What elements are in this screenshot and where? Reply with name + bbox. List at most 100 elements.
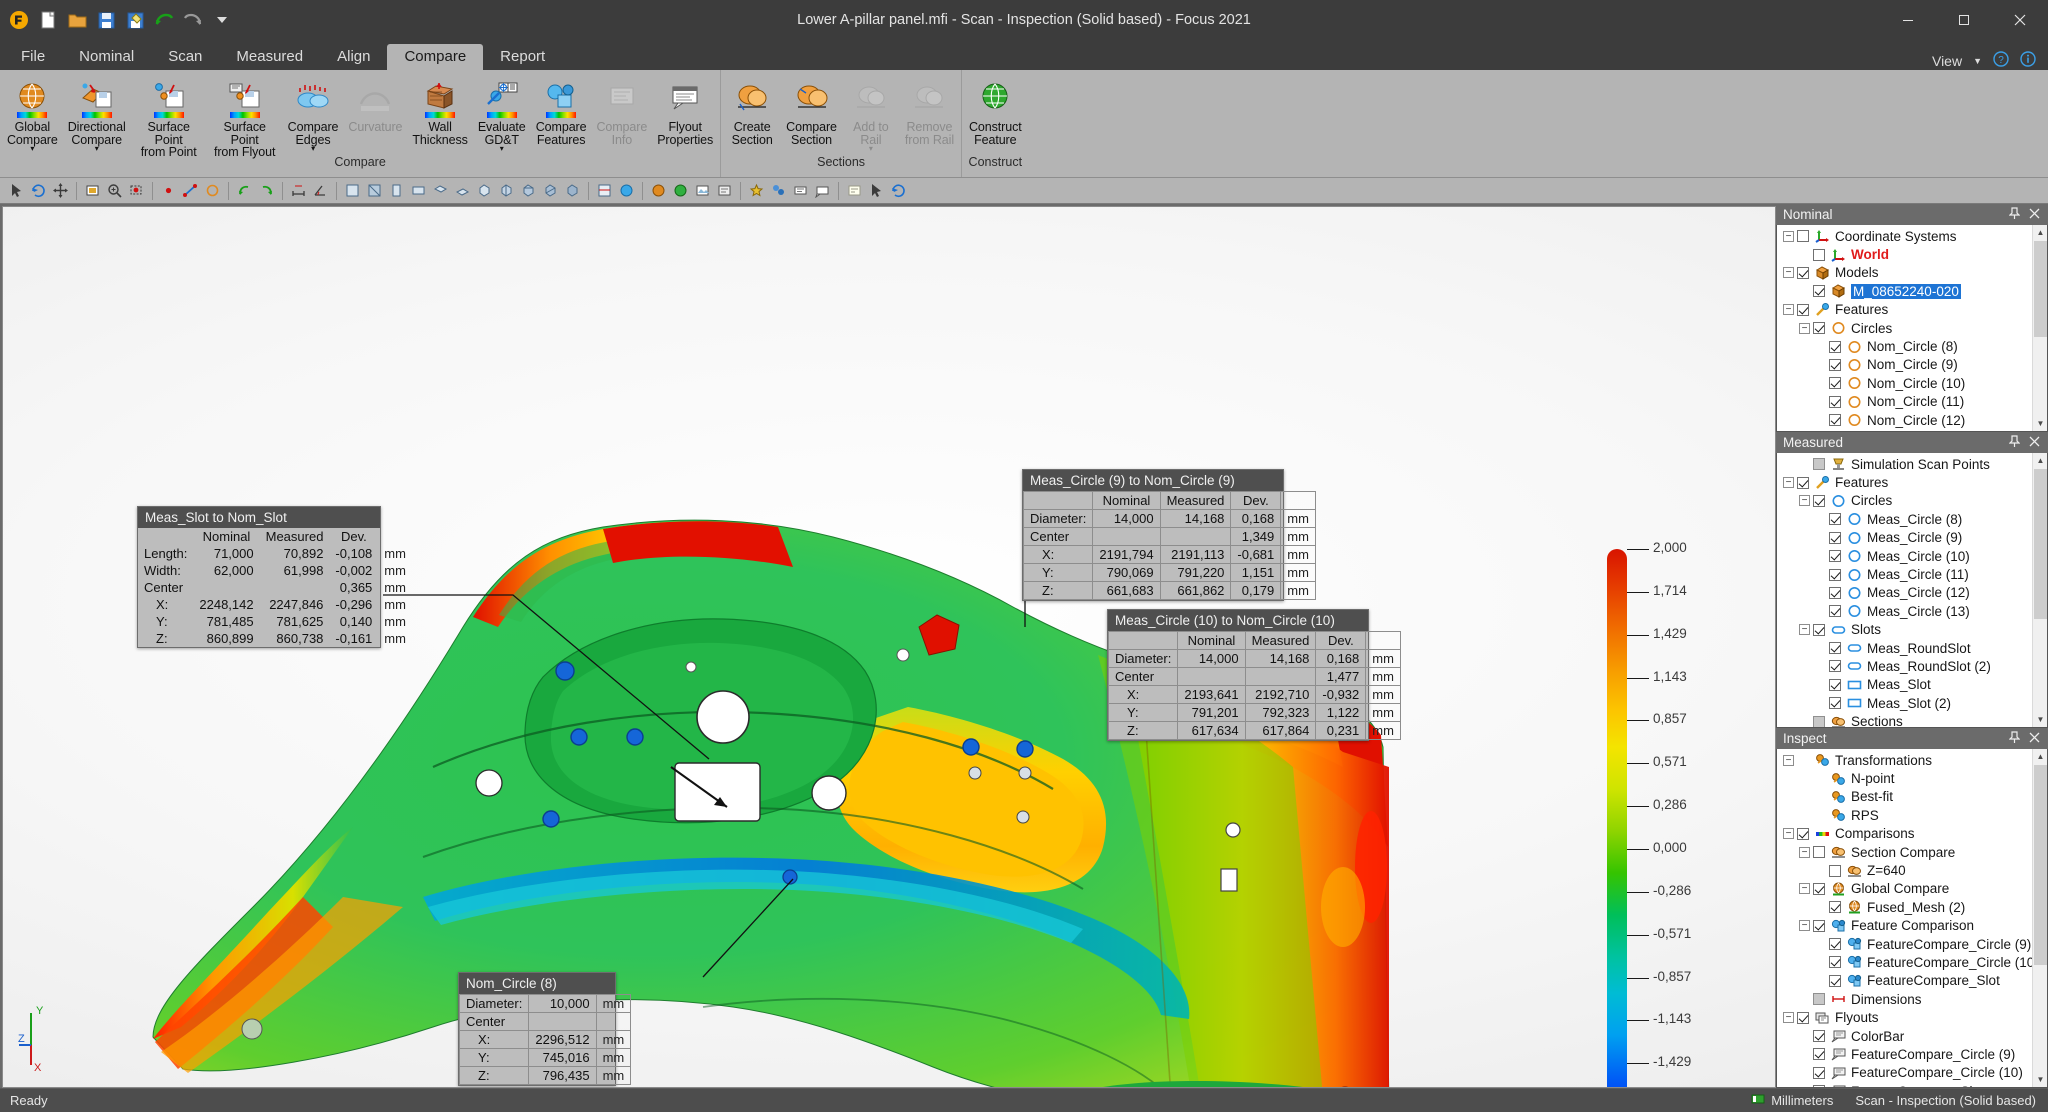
render-shaded-icon[interactable] xyxy=(648,180,669,201)
label-icon[interactable] xyxy=(866,180,887,201)
zoom-window-icon[interactable] xyxy=(126,180,147,201)
ribbon-button-surface-point-from-flyout[interactable]: Surface Point from Flyout xyxy=(207,75,283,159)
clip-plane-icon[interactable] xyxy=(594,180,615,201)
tree-item[interactable]: Meas_Circle (13) xyxy=(1777,602,2047,620)
ribbon-button-create-section[interactable]: Create Section xyxy=(723,75,781,146)
select-arrow-icon[interactable] xyxy=(6,180,27,201)
scroll-down-icon[interactable]: ▼ xyxy=(2033,1072,2047,1087)
tree-checkbox[interactable] xyxy=(1813,494,1825,507)
tree-checkbox[interactable] xyxy=(1829,340,1841,353)
tree-item[interactable]: Meas_Circle (12) xyxy=(1777,584,2047,602)
render-mesh-icon[interactable] xyxy=(714,180,735,201)
ribbon-button-wall-thickness[interactable]: Wall Thickness xyxy=(407,75,472,146)
chevron-down-icon[interactable]: ▾ xyxy=(478,145,526,153)
view-custom-icon[interactable] xyxy=(562,180,583,201)
tree-item[interactable]: Z=640 xyxy=(1777,861,2047,879)
tree-item[interactable]: World xyxy=(1777,245,2047,263)
point-pick-icon[interactable] xyxy=(158,180,179,201)
focus-logo-icon[interactable] xyxy=(8,9,30,31)
tree-measured[interactable]: Simulation Scan Points − Features − Circles M… xyxy=(1777,453,2047,727)
pan-icon[interactable] xyxy=(50,180,71,201)
tree-item[interactable]: Nom_Circle (8) xyxy=(1777,337,2047,355)
tree-checkbox[interactable] xyxy=(1813,285,1825,298)
tree-item[interactable]: FeatureCompare_Circle (10) xyxy=(1777,1064,2047,1082)
pin-icon[interactable] xyxy=(2008,434,2021,451)
open-folder-icon[interactable] xyxy=(66,9,88,31)
close-icon[interactable] xyxy=(2029,731,2040,746)
expander-minus-icon[interactable]: − xyxy=(1783,828,1794,840)
tree-checkbox[interactable] xyxy=(1813,458,1825,471)
tree-checkbox[interactable] xyxy=(1829,660,1841,673)
view-left-icon[interactable] xyxy=(386,180,407,201)
tree-checkbox[interactable] xyxy=(1813,322,1825,335)
tree-checkbox[interactable] xyxy=(1829,395,1841,408)
tab-align[interactable]: Align xyxy=(320,44,387,70)
tab-measured[interactable]: Measured xyxy=(219,44,320,70)
save-as-icon[interactable] xyxy=(124,9,146,31)
tree-checkbox[interactable] xyxy=(1797,1011,1809,1024)
expander-minus-icon[interactable]: − xyxy=(1783,1012,1794,1024)
tree-checkbox[interactable] xyxy=(1797,303,1809,316)
tree-checkbox[interactable] xyxy=(1797,230,1809,243)
line-pick-icon[interactable] xyxy=(180,180,201,201)
ribbon-button-compare-section[interactable]: Compare Section xyxy=(781,75,842,146)
tree-checkbox[interactable] xyxy=(1829,513,1841,526)
tree-nominal[interactable]: − Coordinate Systems World − Models M_0865224… xyxy=(1777,225,2047,429)
measure-angle-icon[interactable] xyxy=(310,180,331,201)
tree-checkbox[interactable] xyxy=(1829,568,1841,581)
redo-view-icon[interactable] xyxy=(256,180,277,201)
color-icon[interactable] xyxy=(812,180,833,201)
new-icon[interactable] xyxy=(37,9,59,31)
tree-item[interactable]: − Feature Comparison xyxy=(1777,917,2047,935)
view-iso-icon[interactable] xyxy=(474,180,495,201)
tree-checkbox[interactable] xyxy=(1829,864,1841,877)
expander-minus-icon[interactable]: − xyxy=(1799,322,1810,334)
tree-inspect[interactable]: − Transformations N-point Best-fit RPS − Compa… xyxy=(1777,749,2047,1087)
tree-item[interactable]: − Circles xyxy=(1777,319,2047,337)
chevron-down-icon[interactable]: ▾ xyxy=(853,145,889,153)
flyout-meas-circle-10[interactable]: Meas_Circle (10) to Nom_Circle (10) Nomi… xyxy=(1107,609,1401,741)
tree-item[interactable]: Dimensions xyxy=(1777,990,2047,1008)
tree-checkbox[interactable] xyxy=(1829,938,1841,951)
chevron-down-icon[interactable]: ▼ xyxy=(1973,56,1982,66)
tree-checkbox[interactable] xyxy=(1829,550,1841,563)
minimize-button[interactable] xyxy=(1880,0,1936,40)
tree-item[interactable]: Nom_Circle (10) xyxy=(1777,374,2047,392)
close-icon[interactable] xyxy=(2029,435,2040,450)
tree-item[interactable]: Sections xyxy=(1777,712,2047,727)
about-icon[interactable] xyxy=(2020,51,2036,70)
texture-icon[interactable] xyxy=(790,180,811,201)
scrollbar-inspect[interactable]: ▲ ▼ xyxy=(2032,749,2047,1087)
tree-item[interactable]: Meas_Slot xyxy=(1777,676,2047,694)
tree-checkbox[interactable] xyxy=(1797,476,1809,489)
section-toggle-icon[interactable] xyxy=(616,180,637,201)
view-right-icon[interactable] xyxy=(408,180,429,201)
tree-checkbox[interactable] xyxy=(1829,377,1841,390)
scroll-up-icon[interactable]: ▲ xyxy=(2033,225,2047,240)
help-icon[interactable]: ? xyxy=(1993,51,2009,70)
expander-minus-icon[interactable]: − xyxy=(1799,846,1810,858)
pin-icon[interactable] xyxy=(2008,730,2021,747)
render-wire-icon[interactable] xyxy=(670,180,691,201)
expander-minus-icon[interactable]: − xyxy=(1799,495,1810,507)
tree-item[interactable]: RPS xyxy=(1777,806,2047,824)
expander-minus-icon[interactable]: − xyxy=(1783,304,1794,316)
tree-checkbox[interactable] xyxy=(1813,1048,1825,1061)
tree-checkbox[interactable] xyxy=(1797,266,1809,279)
panel-body-measured[interactable]: Simulation Scan Points − Features − Circles M… xyxy=(1776,453,2048,728)
scroll-thumb[interactable] xyxy=(2034,241,2047,337)
maximize-button[interactable] xyxy=(1936,0,1992,40)
save-icon[interactable] xyxy=(95,9,117,31)
tree-item[interactable]: FeatureCompare_Slot xyxy=(1777,1082,2047,1087)
redo-icon[interactable] xyxy=(182,9,204,31)
ribbon-button-compare-features[interactable]: Compare Features xyxy=(531,75,592,146)
light-icon[interactable] xyxy=(746,180,767,201)
tree-item[interactable]: FeatureCompare_Circle (9) xyxy=(1777,1045,2047,1063)
expander-minus-icon[interactable]: − xyxy=(1799,920,1810,932)
circle-pick-icon[interactable] xyxy=(202,180,223,201)
tab-compare[interactable]: Compare xyxy=(387,44,484,70)
tree-item[interactable]: FeatureCompare_Circle (10) xyxy=(1777,953,2047,971)
measure-distance-icon[interactable] xyxy=(288,180,309,201)
scroll-thumb[interactable] xyxy=(2034,469,2047,619)
fit-icon[interactable] xyxy=(82,180,103,201)
